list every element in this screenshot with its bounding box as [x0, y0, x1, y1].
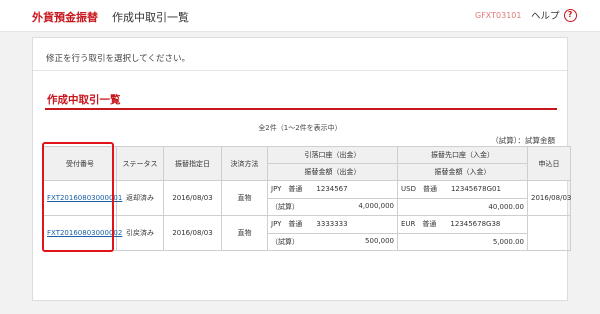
- debit-account-cell: JPY 普通 1234567: [267, 180, 398, 199]
- header-debit-amount: 振替金額（出金）: [267, 163, 398, 181]
- credit-account-cell: USD 普通 12345678G01: [397, 180, 528, 199]
- instruction-text: 修正を行う取引を選択してください。: [46, 54, 190, 64]
- trial-label: （試算）: [271, 202, 299, 211]
- result-count: 全2件（1～2件を表示中）: [258, 124, 342, 132]
- debit-amount-cell: （試算） 4,000,000: [267, 197, 398, 216]
- status-cell: 引戻済み: [116, 215, 164, 251]
- trial-note: （試算）：試算金額: [491, 136, 555, 145]
- credit-amount-cell: 5,000.00: [397, 232, 528, 251]
- debit-amount-cell: （試算） 500,000: [267, 232, 398, 251]
- debit-amount-value: 4,000,000: [358, 201, 394, 210]
- header-settlement: 決済方法: [221, 146, 268, 181]
- table-header-row: 受付番号 ステータス 振替指定日 決済方法 引落口座（出金） 振替先口座（入金）…: [43, 146, 571, 181]
- header-debit-account: 引落口座（出金）: [267, 146, 398, 164]
- credit-amount-cell: 40,000.00: [397, 197, 528, 216]
- applied-date-cell: 2016/08/03: [527, 180, 571, 216]
- header-status: ステータス: [116, 146, 164, 181]
- header-credit-amount: 振替金額（入金）: [397, 163, 528, 181]
- status-cell: 返却済み: [116, 180, 164, 216]
- credit-account-cell: EUR 普通 12345678G38: [397, 215, 528, 234]
- receipt-column-highlight: [42, 142, 114, 252]
- settlement-cell: 直物: [221, 215, 268, 251]
- page-title: 作成中取引一覧: [112, 11, 189, 24]
- header-credit-account: 振替先口座（入金）: [397, 146, 528, 164]
- header-transfer-date: 振替指定日: [163, 146, 222, 181]
- app-title[interactable]: 外貨預金振替: [32, 9, 98, 25]
- debit-amount-value: 500,000: [365, 236, 394, 245]
- debit-account-cell: JPY 普通 3333333: [267, 215, 398, 234]
- trial-label: （試算）: [271, 237, 299, 246]
- table-row: FXT20160803000002 引戻済み 2016/08/03 直物 JPY…: [43, 215, 571, 251]
- header-bar: 外貨預金振替 作成中取引一覧 GFXT03101 ヘルプ ?: [0, 0, 600, 32]
- transfer-date-cell: 2016/08/03: [163, 180, 222, 216]
- transfer-date-cell: 2016/08/03: [163, 215, 222, 251]
- transaction-table: 受付番号 ステータス 振替指定日 決済方法 引落口座（出金） 振替先口座（入金）…: [43, 146, 571, 251]
- applied-date-cell: [527, 215, 571, 251]
- help-label: ヘルプ: [531, 11, 560, 22]
- header-applied-date: 申込日: [527, 146, 571, 181]
- section-rule: [45, 108, 557, 110]
- help-icon[interactable]: ?: [563, 8, 577, 22]
- help-link[interactable]: ヘルプ ?: [531, 8, 577, 22]
- settlement-cell: 直物: [221, 180, 268, 216]
- table-row: FXT20160803000001 返却済み 2016/08/03 直物 JPY…: [43, 180, 571, 216]
- section-title: 作成中取引一覧: [47, 94, 121, 106]
- screen-id: GFXT03101: [475, 11, 522, 20]
- divider: [33, 70, 567, 71]
